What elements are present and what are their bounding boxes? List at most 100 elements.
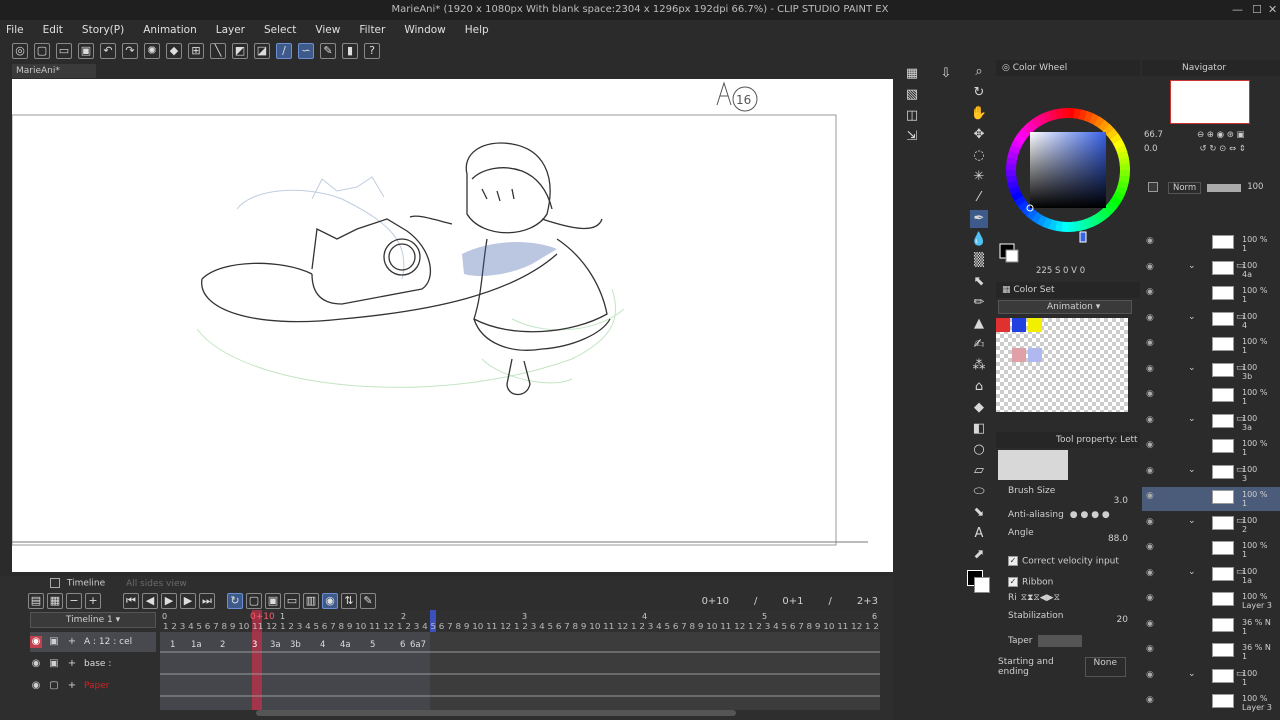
frame-grid[interactable]: 0 1 2 3 4 5 6 0+10 1 2 3 4 5 6 7 8 9 10 … (160, 610, 880, 710)
gradient-fill-icon[interactable]: ◧ (970, 420, 988, 438)
menu-file[interactable]: File (6, 24, 24, 36)
pencil-tool-icon[interactable]: ✏ (970, 294, 988, 312)
fill-tool-icon[interactable]: ▲ (970, 315, 988, 333)
navigator-preview[interactable] (1170, 80, 1250, 124)
visibility-eye-icon[interactable]: ◉ (1146, 491, 1154, 501)
ribbon-row[interactable]: ✓ Ribbon (996, 571, 1140, 594)
timeline-settings-icon[interactable]: ▦ (47, 593, 63, 609)
color-wheel-svg[interactable] (996, 80, 1140, 270)
eraser-tool-icon[interactable]: ◆ (970, 399, 988, 417)
document-tab[interactable]: MarieAni* (12, 64, 96, 78)
airbrush-tool-icon[interactable]: ⌂ (970, 378, 988, 396)
brush-size-value[interactable]: 3.0 (1114, 496, 1128, 506)
visibility-eye-icon[interactable]: ◉ (1146, 287, 1154, 297)
visibility-eye-icon[interactable]: ◉ (1146, 389, 1154, 399)
visibility-eye-icon[interactable]: ◉ (1146, 313, 1154, 323)
cel-folder-icon[interactable]: ▥ (303, 593, 319, 609)
chevron-down-icon[interactable]: ⌄ (1188, 567, 1196, 577)
menu-window[interactable]: Window (404, 24, 445, 36)
decoration-tool-icon[interactable]: ⁂ (970, 357, 988, 375)
layer-folder-row[interactable]: ◉ ⌄ ▭ 100 2 (1142, 513, 1280, 537)
clip-studio-icon[interactable]: ◎ (12, 43, 28, 59)
expand-plus-icon[interactable]: + (66, 680, 78, 692)
ribbon-direction-icons[interactable]: ⧖⧗⧖◀▶⧖ (1021, 593, 1060, 603)
swatch-red[interactable] (996, 318, 1010, 332)
opacity-value[interactable]: 100 (1247, 182, 1263, 194)
sub-tool-icon[interactable]: ▦ (903, 65, 921, 83)
maximize-button[interactable]: ☐ (1252, 0, 1262, 20)
expand-plus-icon[interactable]: + (66, 636, 78, 648)
rotation-value[interactable]: 0.0 (1144, 144, 1158, 154)
visibility-eye-icon[interactable]: ◉ (30, 658, 42, 670)
ribbon-checkbox[interactable]: ✓ (1008, 576, 1018, 587)
play-icon[interactable]: ▶ (161, 593, 177, 609)
last-frame-icon[interactable]: ⏭ (199, 593, 215, 609)
color-set-grid[interactable] (996, 318, 1128, 412)
next-frame-icon[interactable]: ▶ (180, 593, 196, 609)
gradient-tool-icon[interactable]: ▒ (970, 252, 988, 270)
pen-tool-icon[interactable]: ✒ (970, 210, 988, 228)
sub-color-swatch[interactable] (974, 577, 990, 593)
layer-folder-row[interactable]: ◉ ⌄ ▭ 100 4 (1142, 309, 1280, 333)
layer-folder-row[interactable]: ◉ ⌄ ▭ 100 4a (1142, 258, 1280, 282)
layer-row[interactable]: ◉ 100 % 1 (1142, 385, 1280, 409)
zoom-in-icon[interactable]: + (85, 593, 101, 609)
color-swatch-pair[interactable] (966, 568, 992, 596)
vector-icon[interactable]: ∽ (298, 43, 314, 59)
frame-tool-icon[interactable]: ▱ (970, 462, 988, 480)
taper-slider[interactable] (1038, 635, 1083, 647)
eyedropper-icon[interactable]: ⁄ (970, 189, 988, 207)
menu-view[interactable]: View (315, 24, 340, 36)
export-icon[interactable]: ⇲ (903, 128, 921, 146)
rotation-row[interactable]: 0.0 ↺ ↻ ⊙ ⇔ ⇕ (1142, 140, 1280, 154)
save-icon[interactable]: ▣ (78, 43, 94, 59)
layer-folder-row[interactable]: ◉ ⌄ ▭ 100 3 (1142, 462, 1280, 486)
move-tool-icon[interactable]: ✥ (970, 126, 988, 144)
layer-row[interactable]: ◉ 100 % Layer 3 (1142, 691, 1280, 715)
menu-layer[interactable]: Layer (216, 24, 245, 36)
menu-story[interactable]: Story(P) (82, 24, 124, 36)
angle-row[interactable]: Angle 88.0 (996, 520, 1140, 552)
prev-frame-icon[interactable]: ◀ (142, 593, 158, 609)
visibility-eye-icon[interactable]: ◉ (1146, 517, 1154, 527)
track-row-a[interactable]: ◉ ▣ + A : 12 : cel (30, 632, 156, 652)
menu-filter[interactable]: Filter (359, 24, 385, 36)
layer-folder-row[interactable]: ◉ ⌄ ▭ 100 3b (1142, 360, 1280, 384)
undo-icon[interactable]: ↶ (100, 43, 116, 59)
lasso-tool-icon[interactable]: ◌ (970, 147, 988, 165)
close-button[interactable]: ✕ (1268, 0, 1277, 20)
ruler-tool-icon[interactable]: ⬈ (970, 546, 988, 564)
device-icon[interactable]: ▮ (342, 43, 358, 59)
taper-row[interactable]: Taper (996, 633, 1140, 649)
layer-folder-row[interactable]: ◉ ⌄ ▭ 100 1 (1142, 666, 1280, 690)
zoom-value[interactable]: 66.7 (1144, 130, 1163, 140)
hand-tool-icon[interactable]: ✋ (970, 105, 988, 123)
help-icon[interactable]: ? (364, 43, 380, 59)
swatch-pink[interactable] (1012, 348, 1026, 362)
pen-settings-icon[interactable]: ✎ (320, 43, 336, 59)
zoom-out-icon[interactable]: − (66, 593, 82, 609)
balloon-tool-icon[interactable]: ⬭ (970, 483, 988, 501)
layer-row[interactable]: ◉ 100 % 1 (1142, 487, 1280, 511)
menu-edit[interactable]: Edit (43, 24, 63, 36)
new-file-icon[interactable]: ▢ (34, 43, 50, 59)
starting-ending-dropdown[interactable]: None (1084, 657, 1126, 677)
ribbon-direction-row[interactable]: Ri ⧖⧗⧖◀▶⧖ (996, 593, 1140, 603)
light-table-icon[interactable]: ⇅ (341, 593, 357, 609)
object-tool-icon[interactable]: ⬉ (970, 273, 988, 291)
visibility-eye-icon[interactable]: ◉ (1146, 593, 1154, 603)
visibility-eye-icon[interactable]: ◉ (1146, 542, 1154, 552)
stabilization-value[interactable]: 20 (1117, 615, 1128, 625)
delete-cel-icon[interactable]: ▭ (284, 593, 300, 609)
chevron-down-icon[interactable]: ⌄ (1188, 312, 1196, 322)
timeline-scrollbar[interactable] (256, 710, 736, 716)
snap-ruler-icon[interactable]: ╲ (210, 43, 226, 59)
starting-ending-row[interactable]: Starting and ending None (996, 649, 1140, 685)
stroke-correction-icon[interactable]: ∕ (276, 43, 292, 59)
layer-row[interactable]: ◉ 36 % N1 (1142, 640, 1280, 664)
open-file-icon[interactable]: ▭ (56, 43, 72, 59)
brush-size-row[interactable]: Brush Size 3.0 (996, 482, 1140, 510)
rotate-tool-icon[interactable]: ↻ (970, 84, 988, 102)
visibility-eye-icon[interactable]: ◉ (1146, 364, 1154, 374)
swatch-blue[interactable] (1012, 318, 1026, 332)
